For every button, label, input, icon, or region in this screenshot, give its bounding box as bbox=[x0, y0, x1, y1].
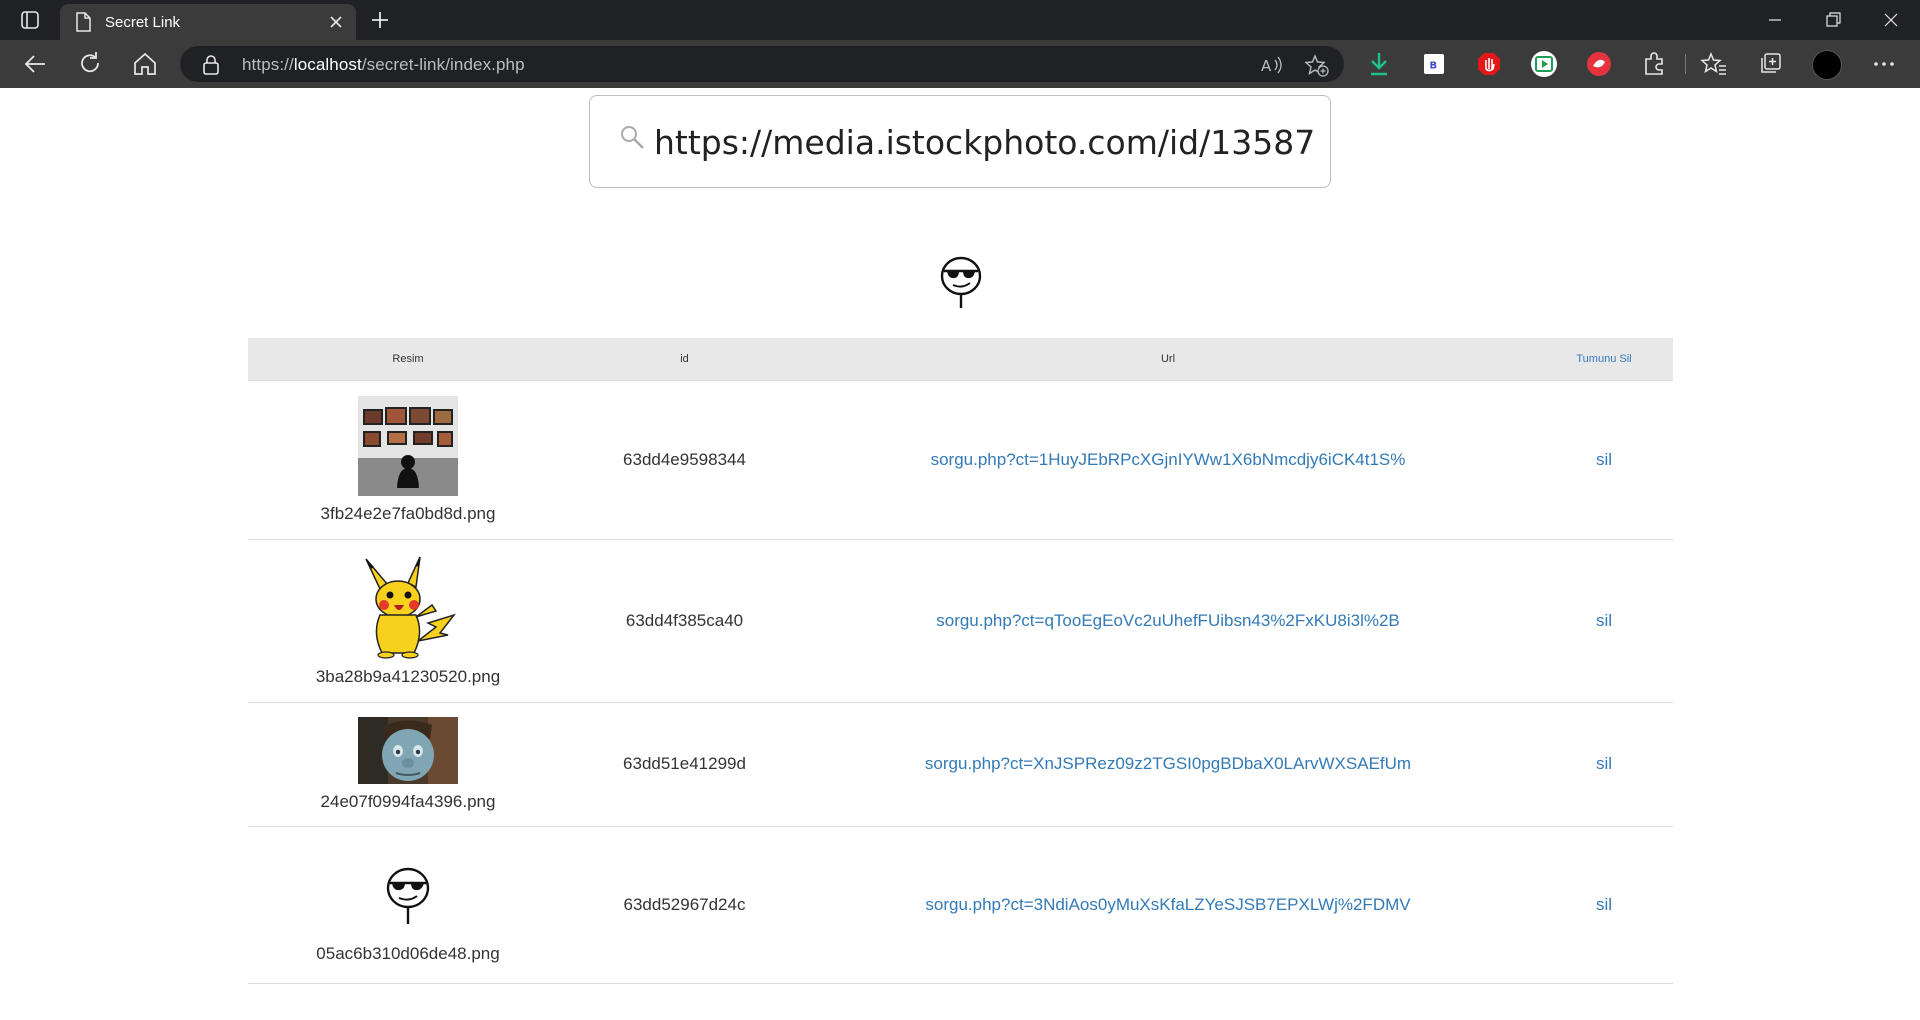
secret-url-link[interactable]: sorgu.php?ct=qTooEgEoVc2uUhefFUibsn43%2F… bbox=[936, 611, 1400, 630]
column-header-id: id bbox=[568, 338, 801, 381]
delete-link[interactable]: sil bbox=[1596, 754, 1612, 773]
action-cell: sil bbox=[1535, 702, 1673, 827]
secret-links-table: Resim id Url Tumunu Sil 3fb24e2e7fa0bd8d… bbox=[248, 338, 1673, 984]
close-tab-icon[interactable] bbox=[326, 12, 346, 32]
id-cell: 63dd4f385ca40 bbox=[568, 539, 801, 703]
collections-icon[interactable] bbox=[1756, 50, 1784, 78]
minimize-icon[interactable] bbox=[1752, 4, 1798, 36]
table-row: 3fb24e2e7fa0bd8d.png 63dd4e9598344 sorgu… bbox=[248, 380, 1673, 540]
svg-text:A: A bbox=[1261, 57, 1272, 75]
url-field[interactable]: https://localhost/secret-link/index.php … bbox=[180, 46, 1344, 82]
action-cell: sil bbox=[1535, 380, 1673, 540]
refresh-icon[interactable] bbox=[74, 48, 106, 80]
column-header-url: Url bbox=[801, 338, 1535, 381]
id-cell: 63dd52967d24c bbox=[568, 826, 801, 984]
extensions-puzzle-icon[interactable] bbox=[1640, 50, 1668, 78]
download-icon[interactable] bbox=[1365, 50, 1393, 78]
gallery-photo-thumbnail bbox=[358, 395, 458, 496]
svg-text:B: B bbox=[1430, 61, 1438, 72]
address-bar-row: https://localhost/secret-link/index.php … bbox=[0, 40, 1920, 88]
url-cell: sorgu.php?ct=1HuyJEbRPcXGjnIYWw1X6bNmcdj… bbox=[801, 380, 1535, 540]
delete-link[interactable]: sil bbox=[1596, 450, 1612, 469]
bookmark-extension-icon[interactable]: B bbox=[1420, 50, 1448, 78]
page-icon bbox=[74, 12, 92, 37]
tab-actions-icon[interactable] bbox=[16, 8, 44, 32]
delete-all-link[interactable]: Tumunu Sil bbox=[1535, 338, 1673, 381]
table-row: 05ac6b310d06de48.png 63dd52967d24c sorgu… bbox=[248, 826, 1673, 984]
delete-link[interactable]: sil bbox=[1596, 611, 1612, 630]
lock-icon[interactable] bbox=[202, 55, 220, 80]
secret-url-link[interactable]: sorgu.php?ct=XnJSPRez09z2TGSI0pgBDbaX0LA… bbox=[925, 754, 1411, 773]
search-icon bbox=[618, 123, 648, 158]
close-window-icon[interactable] bbox=[1868, 4, 1914, 36]
home-icon[interactable] bbox=[129, 48, 161, 80]
more-menu-icon[interactable] bbox=[1870, 50, 1898, 78]
url-cell: sorgu.php?ct=qTooEgEoVc2uUhefFUibsn43%2F… bbox=[801, 539, 1535, 703]
search-box bbox=[589, 95, 1331, 188]
browser-tab-bar: Secret Link bbox=[0, 0, 1920, 40]
back-icon[interactable] bbox=[19, 48, 51, 80]
image-cell: 3ba28b9a41230520.png bbox=[248, 539, 568, 703]
id-cell: 63dd51e41299d bbox=[568, 702, 801, 827]
profile-avatar[interactable] bbox=[1812, 50, 1842, 80]
image-filename: 05ac6b310d06de48.png bbox=[316, 943, 500, 963]
image-cell: 24e07f0994fa4396.png bbox=[248, 702, 568, 827]
tab-title: Secret Link bbox=[105, 14, 181, 31]
action-cell: sil bbox=[1535, 826, 1673, 984]
image-cell: 05ac6b310d06de48.png bbox=[248, 826, 568, 984]
new-tab-icon[interactable] bbox=[368, 8, 392, 32]
image-filename: 3ba28b9a41230520.png bbox=[315, 666, 501, 686]
shield-extension-icon[interactable] bbox=[1585, 50, 1613, 78]
image-filename: 24e07f0994fa4396.png bbox=[320, 791, 496, 811]
pikachu-thumbnail bbox=[365, 556, 457, 659]
restore-icon[interactable] bbox=[1810, 4, 1856, 36]
url-text: https://localhost/secret-link/index.php bbox=[242, 55, 525, 74]
favorites-icon[interactable] bbox=[1700, 50, 1728, 78]
url-cell: sorgu.php?ct=XnJSPRez09z2TGSI0pgBDbaX0LA… bbox=[801, 702, 1535, 827]
secret-url-link[interactable]: sorgu.php?ct=1HuyJEbRPcXGjnIYWw1X6bNmcdj… bbox=[931, 450, 1406, 469]
url-cell: sorgu.php?ct=3NdiAos0yMuXsKfaLZYeSJSB7EP… bbox=[801, 826, 1535, 984]
browser-tab[interactable]: Secret Link bbox=[60, 4, 356, 40]
sunglasses-face-logo bbox=[936, 254, 986, 310]
video-extension-icon[interactable] bbox=[1530, 50, 1558, 78]
table-header-row: Resim id Url Tumunu Sil bbox=[248, 338, 1673, 381]
cartoon-face-thumbnail bbox=[358, 716, 458, 784]
image-cell: 3fb24e2e7fa0bd8d.png bbox=[248, 380, 568, 540]
secret-url-link[interactable]: sorgu.php?ct=3NdiAos0yMuXsKfaLZYeSJSB7EP… bbox=[925, 895, 1410, 914]
id-cell: 63dd4e9598344 bbox=[568, 380, 801, 540]
read-aloud-icon[interactable]: A bbox=[1260, 54, 1284, 76]
sunglasses-meme-thumbnail bbox=[386, 867, 430, 924]
column-header-resim: Resim bbox=[248, 338, 568, 381]
table-row: 3ba28b9a41230520.png 63dd4f385ca40 sorgu… bbox=[248, 539, 1673, 703]
delete-link[interactable]: sil bbox=[1596, 895, 1612, 914]
search-input[interactable] bbox=[654, 114, 1318, 170]
image-filename: 3fb24e2e7fa0bd8d.png bbox=[320, 503, 496, 523]
table-row: 24e07f0994fa4396.png 63dd51e41299d sorgu… bbox=[248, 702, 1673, 827]
toolbar-divider bbox=[1685, 54, 1686, 74]
stop-hand-extension-icon[interactable] bbox=[1475, 50, 1503, 78]
action-cell: sil bbox=[1535, 539, 1673, 703]
add-favorite-icon[interactable] bbox=[1304, 54, 1329, 77]
